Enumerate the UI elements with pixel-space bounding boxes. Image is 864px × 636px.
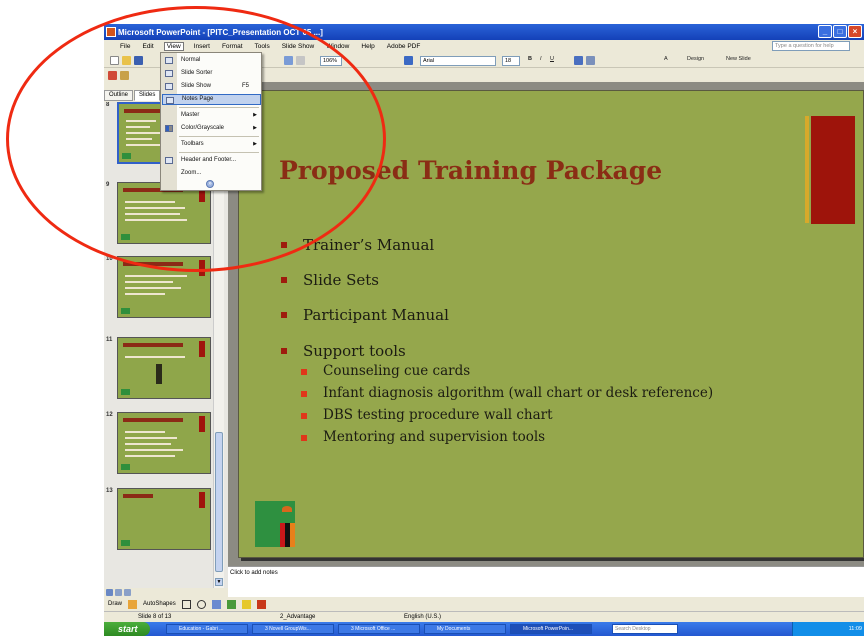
oval-icon[interactable] [196,599,206,609]
restore-button[interactable]: □ [833,25,847,38]
red-accent-bar [811,116,855,224]
sub-bullet-item: Mentoring and supervision tools [301,429,545,445]
bullet-item: Participant Manual [281,306,449,324]
notes-pane[interactable]: Click to add notes [228,566,864,588]
windows-taskbar: start Education - Gabri ... 3 Novell Gro… [104,622,864,636]
align-left-icon[interactable] [574,56,583,65]
textbox-icon[interactable] [211,599,221,609]
desktop-search-input[interactable]: Search Desktop [612,624,678,634]
autoshapes-button[interactable]: AutoShapes [143,601,176,607]
menu-help[interactable]: Help [359,43,376,50]
sub-bullet-item: DBS testing procedure wall chart [301,407,553,423]
underline-button[interactable]: U [550,56,554,62]
notes-placeholder: Click to add notes [230,570,278,576]
drawing-toolbar: Draw AutoShapes [104,597,864,611]
font-select[interactable]: Arial [420,56,496,66]
help-search-input[interactable]: Type a question for help [772,41,850,51]
close-button[interactable]: × [848,25,862,38]
sub-bullet-item: Counseling cue cards [301,363,470,379]
screen: Microsoft PowerPoint - [PITC_Presentatio… [0,0,864,636]
italic-button[interactable]: I [540,56,542,62]
system-tray: 11:09 [792,622,864,636]
clipart-icon[interactable] [226,599,236,609]
view-buttons [104,588,228,597]
help-icon[interactable] [404,56,413,65]
thumbnail-row[interactable]: 12 [104,412,228,482]
sub-bullet-item: Infant diagnosis algorithm (wall chart o… [301,385,713,401]
zambia-flag-image [255,501,295,547]
start-button[interactable]: start [104,622,150,636]
thumbnail-row[interactable]: 13 [104,488,228,558]
menu-adobe-pdf[interactable]: Adobe PDF [385,43,423,50]
taskbar-item[interactable]: My Documents [424,624,506,634]
slide-show-view-icon[interactable] [124,589,131,596]
scroll-down-arrow[interactable]: ▼ [215,578,223,586]
status-bar: Slide 8 of 13 2_Advantage English (U.S.) [104,611,864,622]
status-language: English (U.S.) [404,614,442,620]
taskbar-item[interactable]: Microsoft PowerPoin... [510,624,592,634]
slide-thumbnail[interactable] [117,337,211,399]
bullet-item: Support tools [281,342,406,360]
normal-view-icon[interactable] [106,589,113,596]
thumbnail-number: 13 [106,488,113,494]
font-size-select[interactable]: 18 [502,56,520,66]
slide-sorter-view-icon[interactable] [115,589,122,596]
scroll-thumb[interactable] [215,432,223,572]
center-icon[interactable] [586,56,595,65]
status-slide-number: Slide 8 of 13 [138,614,172,620]
slide-thumbnail[interactable] [117,412,211,474]
clock: 11:09 [848,626,862,632]
slide-thumbnail[interactable] [117,488,211,550]
taskbar-item[interactable]: Education - Gabri ... [166,624,248,634]
status-design-name: 2_Advantage [280,614,316,620]
rectangle-icon[interactable] [181,599,191,609]
design-button[interactable]: Design [687,56,704,62]
bullet-item: Slide Sets [281,271,379,289]
thumbnail-number: 11 [106,337,113,343]
font-color-icon[interactable] [256,599,266,609]
font-color-button[interactable]: A [664,56,668,62]
gold-accent-bar [805,116,809,223]
red-highlight-ellipse [6,6,386,272]
minimize-button[interactable]: _ [818,25,832,38]
taskbar-item[interactable]: 3 Novell GroupWis... [252,624,334,634]
fill-color-icon[interactable] [241,599,251,609]
thumbnail-row[interactable]: 11 [104,337,228,407]
thumbnail-number: 12 [106,412,113,418]
taskbar-item[interactable]: 3 Microsoft Office ... [338,624,420,634]
select-objects-icon[interactable] [128,599,138,609]
new-slide-button[interactable]: New Slide [726,56,751,62]
bold-button[interactable]: B [528,56,532,62]
draw-menu-button[interactable]: Draw [108,601,122,607]
